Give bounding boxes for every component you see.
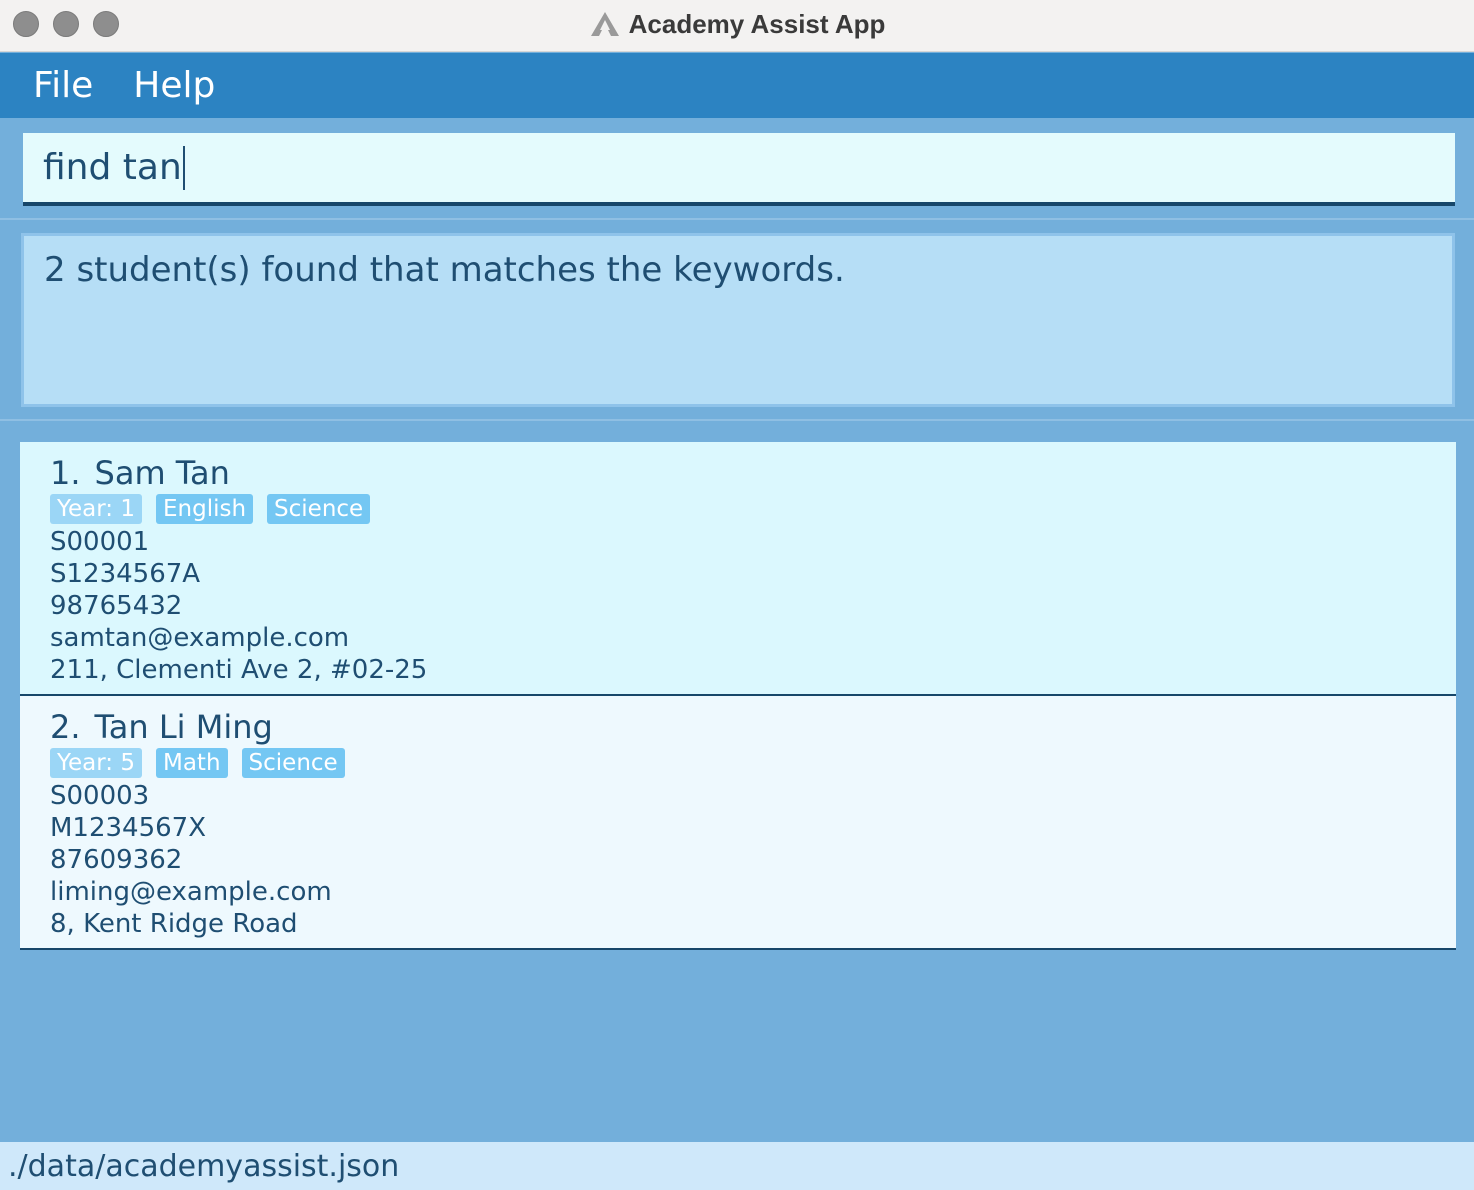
academy-logo-icon — [590, 12, 619, 36]
student-index: 1. — [50, 454, 81, 492]
student-list[interactable]: 1. Sam Tan Year: 1 English Science S0000… — [20, 442, 1456, 950]
result-section: 2 student(s) found that matches the keyw… — [0, 221, 1474, 421]
tag-row: Year: 5 Math Science — [50, 748, 1426, 778]
year-tag: Year: 5 — [50, 748, 142, 778]
command-input[interactable]: find tan — [43, 145, 185, 190]
student-id: S00003 — [50, 781, 150, 811]
student-address: 211, Clementi Ave 2, #02-25 — [50, 655, 428, 685]
subject-tag: English — [155, 494, 254, 524]
student-header: 1. Sam Tan — [50, 454, 1426, 492]
command-section: find tan — [0, 118, 1474, 220]
subject-tag: Science — [267, 494, 371, 524]
status-bar: ./data/academyassist.json — [0, 1142, 1474, 1190]
student-email: liming@example.com — [50, 877, 332, 907]
student-card[interactable]: 2. Tan Li Ming Year: 5 Math Science S000… — [20, 696, 1456, 950]
student-nric: S1234567A — [50, 559, 201, 589]
subject-tag: Science — [241, 748, 345, 778]
menu-help[interactable]: Help — [133, 65, 215, 106]
status-file-path: ./data/academyassist.json — [8, 1148, 400, 1184]
student-index: 2. — [50, 708, 81, 746]
student-email: samtan@example.com — [50, 623, 350, 653]
subject-tag: Math — [155, 748, 228, 778]
student-header: 2. Tan Li Ming — [50, 708, 1426, 746]
student-nric: M1234567X — [50, 813, 207, 843]
result-message: 2 student(s) found that matches the keyw… — [44, 250, 845, 290]
student-card[interactable]: 1. Sam Tan Year: 1 English Science S0000… — [20, 442, 1456, 696]
student-phone: 87609362 — [50, 845, 183, 875]
student-id: S00001 — [50, 527, 150, 557]
student-phone: 98765432 — [50, 591, 183, 621]
window-title: Academy Assist App — [628, 8, 886, 39]
title-wrap: Academy Assist App — [0, 0, 1474, 48]
student-name: Tan Li Ming — [94, 708, 273, 746]
window-titlebar: Academy Assist App — [0, 0, 1474, 52]
student-name: Sam Tan — [94, 454, 230, 492]
year-tag: Year: 1 — [50, 494, 142, 524]
menu-bar: File Help — [0, 53, 1474, 118]
tag-row: Year: 1 English Science — [50, 494, 1426, 524]
command-input-box[interactable]: find tan — [23, 133, 1455, 206]
student-address: 8, Kent Ridge Road — [50, 909, 298, 939]
menu-file[interactable]: File — [33, 65, 93, 106]
result-display: 2 student(s) found that matches the keyw… — [21, 233, 1455, 407]
